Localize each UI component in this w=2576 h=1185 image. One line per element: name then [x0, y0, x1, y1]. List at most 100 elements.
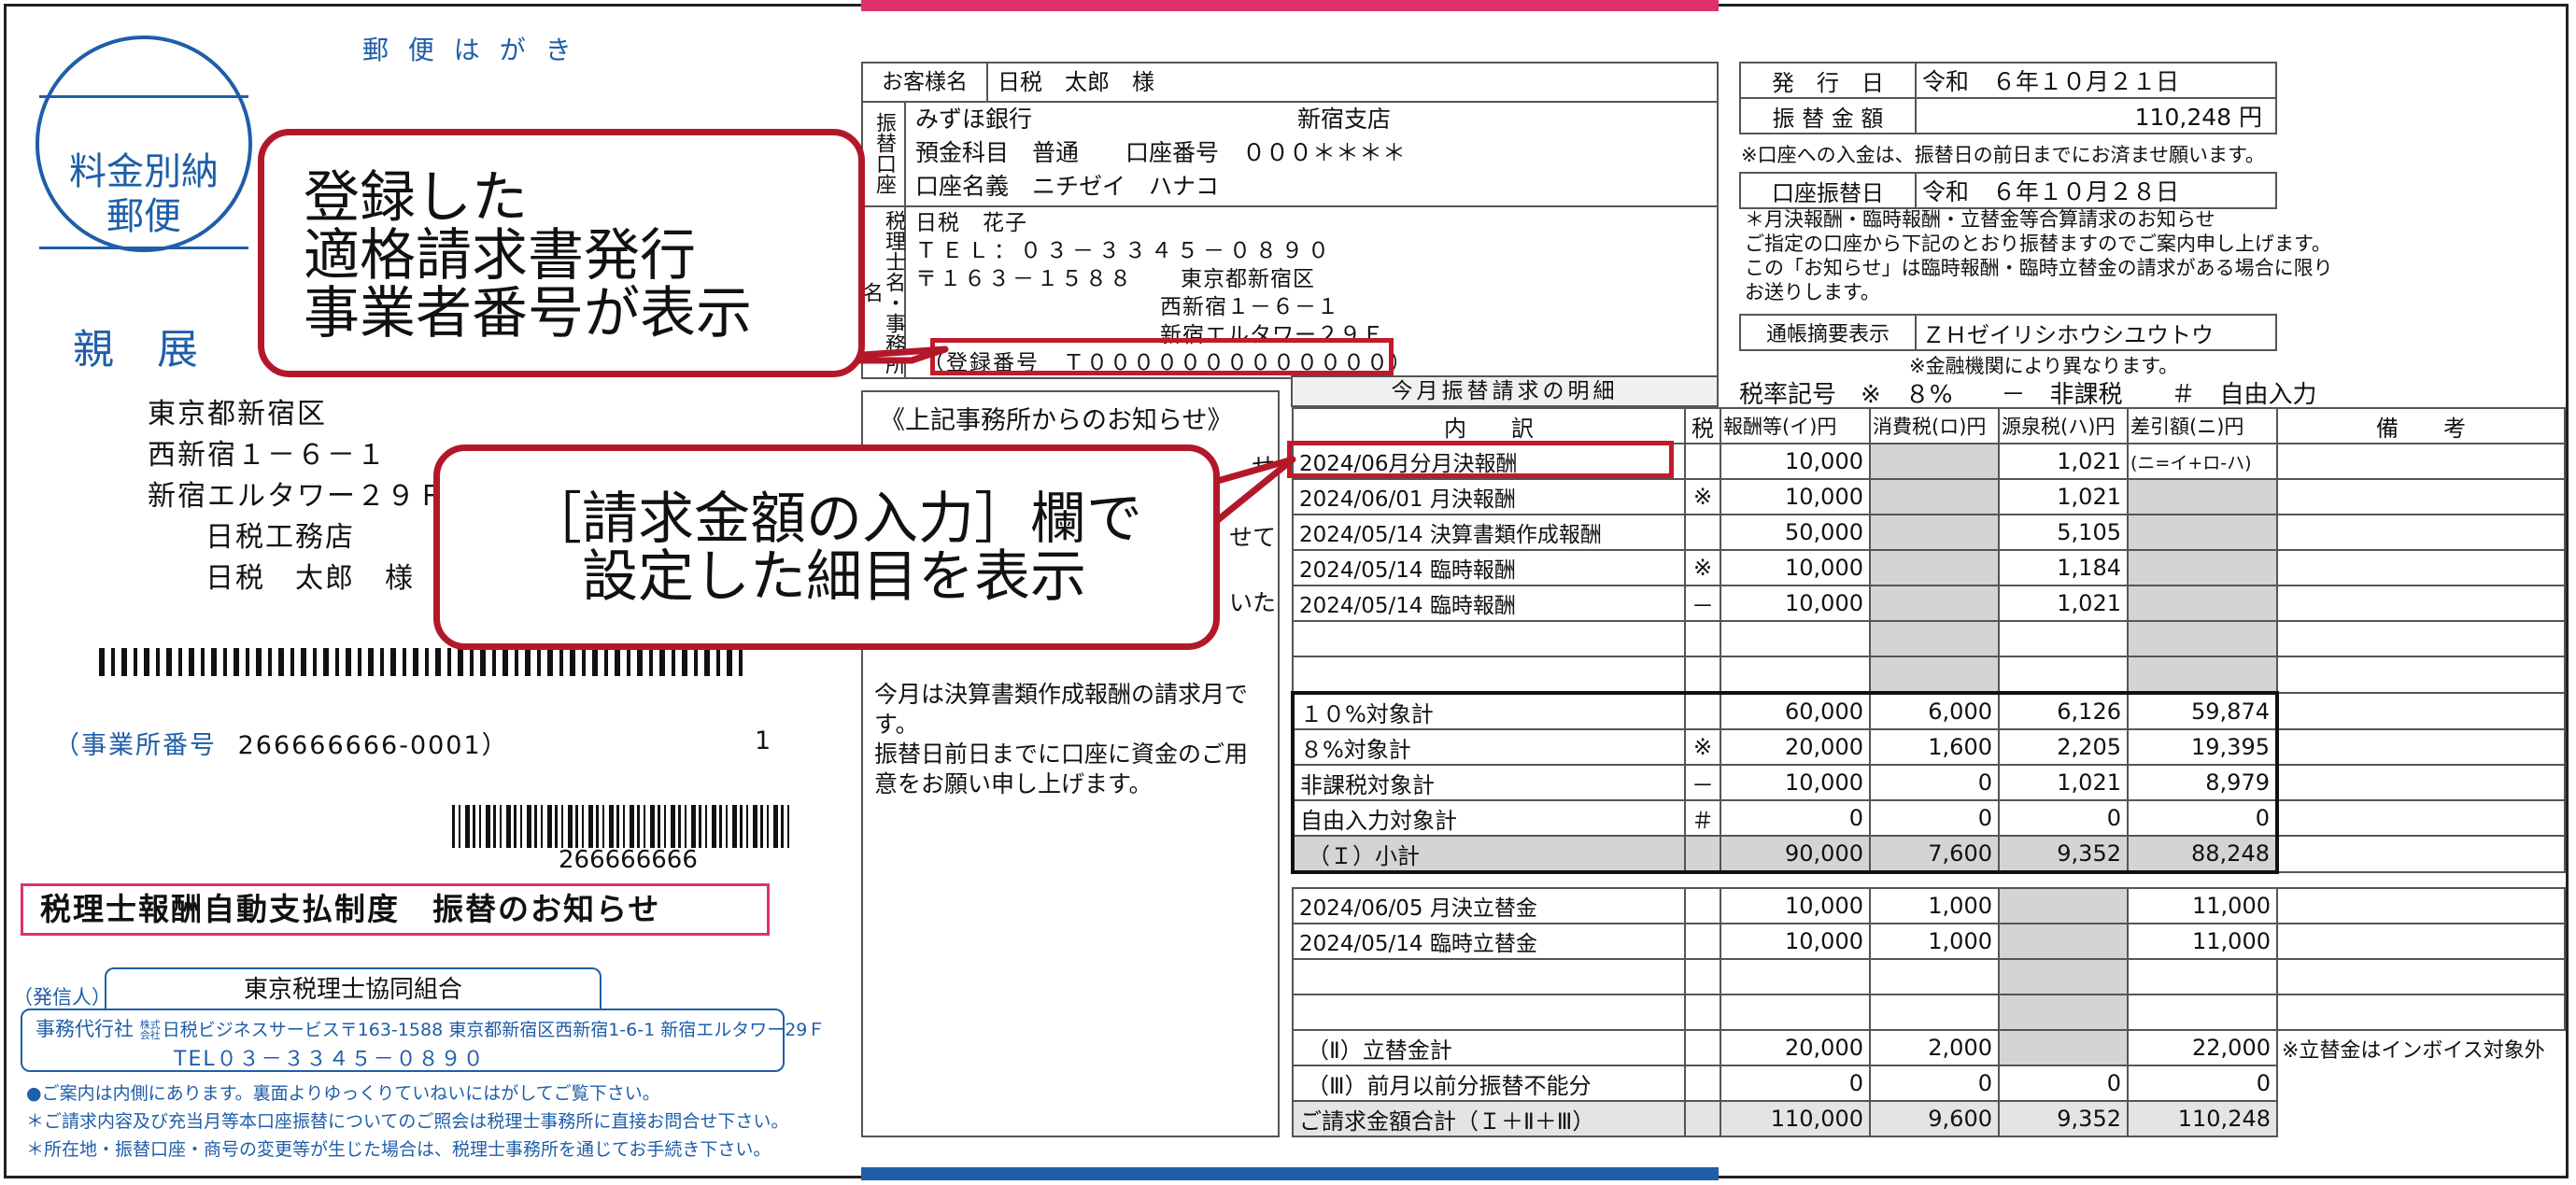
- row-fee: 10,000: [1720, 549, 1871, 586]
- confidential-label: 親 展: [73, 326, 213, 374]
- row-fee: [1720, 656, 1871, 694]
- header-desc: 内 訳: [1292, 407, 1686, 444]
- grand-total-row-note: [2277, 1101, 2565, 1136]
- prev-unpaid-row-tax: [1684, 1065, 1721, 1102]
- row-fee: [1720, 620, 1871, 657]
- row-net: [2127, 549, 2278, 586]
- total-net: 0: [2127, 799, 2279, 837]
- detail-table: 内 訳 税 報酬等(イ)円 消費税(ロ)円 源泉税(ハ)円 差引額(ニ)円 備 …: [1291, 407, 2566, 1137]
- total-row: 自由入力対象計＃ 0 0 0 0: [1291, 799, 2566, 837]
- adv-wtax: [1998, 994, 2129, 1031]
- total-ctax: 6,000: [1869, 691, 2000, 730]
- row-net: (ニ=イ+ロ-ハ): [2127, 443, 2278, 480]
- postcard-heading: 郵 便 は が き: [362, 35, 577, 65]
- adv-desc: [1292, 958, 1686, 995]
- office-number-value: 266666666-0001）: [237, 731, 509, 760]
- adv-desc: 2024/05/14 臨時立替金: [1292, 923, 1686, 960]
- total-wtax: 1,021: [1998, 764, 2129, 801]
- row-net: [2127, 656, 2278, 694]
- total-row: １０%対象計 60,000 6,000 6,126 59,874: [1291, 691, 2566, 730]
- detail-row: 2024/05/14 臨時報酬 ※ 10,000 1,184: [1292, 549, 2566, 586]
- adv-fee: [1720, 994, 1871, 1031]
- sender-tel: TEL０３－３３４５－０８９０: [174, 1048, 486, 1071]
- total-wtax: 9,352: [1998, 835, 2129, 874]
- sender-company-prefix: 株式 会社: [139, 1019, 161, 1041]
- header-wtax: 源泉税(ハ)円: [1998, 407, 2129, 444]
- adv-wtax: [1998, 958, 2129, 995]
- tax-legend: 税率記号 ※ ８% － 非課税 ＃ 自由入力: [1739, 381, 2317, 409]
- transfer-date-label: 口座振替日: [1739, 172, 1917, 209]
- row-net: [2127, 620, 2278, 657]
- adv-tax: [1684, 994, 1721, 1031]
- row-ctax: [1869, 443, 2000, 480]
- row-tax: [1684, 656, 1721, 694]
- sender-org: 東京税理士協同組合: [243, 976, 462, 1004]
- prev-unpaid-row-note: [2277, 1065, 2565, 1101]
- total-fee: 20,000: [1720, 728, 1871, 766]
- sender-box: 事務代行社 株式 会社 日税ビジネスサービス〒163-1588 東京都新宿区西新宿…: [21, 1009, 825, 1072]
- footnote-1: ●ご案内は内側にあります。裏面よりゆっくりていねいにはがしてご覧下さい。: [26, 1083, 660, 1104]
- adv-ctax: [1869, 994, 2000, 1031]
- stamp-line1: 料金別納: [69, 150, 219, 193]
- adv-fee: [1720, 958, 1871, 995]
- row-ctax: [1869, 514, 2000, 551]
- row-fee: 10,000: [1720, 478, 1871, 515]
- customer-label: お客様名: [863, 63, 988, 101]
- header-note: 備 考: [2276, 407, 2566, 444]
- spacer-cell: [1293, 871, 2565, 889]
- row-fee: 10,000: [1720, 585, 1871, 622]
- total-fee: 10,000: [1720, 764, 1871, 801]
- row-tax: [1684, 443, 1721, 480]
- issue-date-value: 令和 ６年１０月２１日: [1915, 62, 2277, 99]
- barcode: [452, 805, 794, 848]
- total-net: 88,248: [2127, 835, 2279, 874]
- total-net: 8,979: [2127, 764, 2279, 801]
- total-net: 59,874: [2127, 691, 2279, 730]
- total-note: [2276, 764, 2566, 801]
- row-wtax: 1,021: [1998, 478, 2129, 515]
- total-ctax: 1,600: [1869, 728, 2000, 766]
- adv-wtax: [1998, 887, 2129, 924]
- deposit-note: ※口座への入金は、振替日の前日までにお済ませ願います。: [1741, 144, 2265, 166]
- recipient-office: 日税工務店: [205, 521, 355, 554]
- total-desc: ８%対象計: [1291, 728, 1686, 766]
- detail-row: 2024/05/14 決算書類作成報酬 50,000 5,105: [1292, 514, 2566, 551]
- total-desc: 自由入力対象計: [1291, 799, 1686, 837]
- adv-ctax: [1869, 958, 2000, 995]
- branch-name: 新宿支店: [1297, 106, 1392, 133]
- advance-total-row-ctax: 2,000: [1869, 1029, 2000, 1066]
- bottom-strip: [861, 1167, 1719, 1180]
- accountant-addr1: 東京都新宿区: [1181, 267, 1315, 291]
- total-note: [2276, 728, 2566, 766]
- customer-name: 日税 太郎 様: [998, 69, 1154, 95]
- footnote-2: ＊ご請求内容及び充当月等本口座振替についてのご照会は税理士事務所に直接お問合せ下…: [26, 1111, 789, 1132]
- adv-fee: 10,000: [1720, 923, 1871, 960]
- grand-total-row-net: 110,248: [2127, 1100, 2278, 1137]
- total-fee: 90,000: [1720, 835, 1871, 874]
- adv-ctax: 1,000: [1869, 887, 2000, 924]
- row-ctax: [1869, 656, 2000, 694]
- postage-stamp: 料金別納 郵便: [35, 35, 252, 252]
- row-wtax: [1998, 656, 2129, 694]
- detail-row: 2024/06/01 月決報酬 ※ 10,000 1,021: [1292, 478, 2566, 515]
- row-net: [2127, 478, 2278, 515]
- grand-total-row: ご請求金額合計（Ｉ＋Ⅱ＋Ⅲ） 110,000 9,600 9,352 110,248: [1292, 1100, 2565, 1137]
- grand-total-row-fee: 110,000: [1720, 1100, 1871, 1137]
- detail-row: [1292, 656, 2566, 694]
- office-notice-body: 今月は決算書類作成報酬の請求月です。 振替日前日までに口座に資金のご用意をお願い…: [874, 681, 1249, 797]
- total-tax: [1684, 691, 1721, 730]
- barcode-number: 266666666: [559, 846, 698, 874]
- total-tax: －: [1684, 764, 1721, 801]
- header-ctax: 消費税(ロ)円: [1869, 407, 2000, 444]
- transfer-date-table: 口座振替日 令和 ６年１０月２８日: [1739, 172, 2277, 209]
- callout-items: ［請求金額の入力］欄で 設定した細目を表示: [433, 444, 1296, 650]
- stamp-line2: 郵便: [106, 195, 181, 238]
- row-tax: －: [1684, 585, 1721, 622]
- notice-title: 税理士報酬自動支払制度 振替のお知らせ: [40, 891, 661, 927]
- row-note: [2276, 478, 2566, 515]
- row-note: [2276, 656, 2566, 694]
- issue-amount-table: 発 行 日令和 ６年１０月２１日 振 替 金 額 110,248 円: [1739, 62, 2277, 134]
- adv-desc: [1292, 994, 1686, 1031]
- advance-total-row-net: 22,000: [2127, 1029, 2278, 1066]
- detail-title: 今月振替請求の明細: [1391, 379, 1619, 403]
